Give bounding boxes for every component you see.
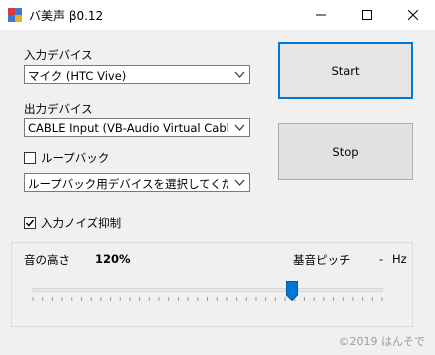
base-pitch-label: 基音ピッチ — [293, 253, 351, 267]
loopback-label: ループバック — [41, 151, 110, 165]
pitch-label: 音の高さ — [24, 253, 70, 267]
pitch-slider-track[interactable] — [32, 288, 383, 292]
noise-suppression-label: 入力ノイズ抑制 — [41, 216, 122, 230]
output-device-select[interactable]: CABLE Input (VB-Audio Virtual Cable) — [24, 118, 250, 137]
close-button[interactable] — [390, 0, 435, 30]
minimize-icon — [316, 14, 326, 16]
chevron-down-icon — [234, 179, 245, 186]
loopback-device-select[interactable]: ループバック用デバイスを選択してください — [24, 173, 250, 192]
loopback-device-value: ループバック用デバイスを選択してください — [28, 177, 228, 191]
checkmark-icon — [25, 219, 35, 227]
close-icon — [408, 10, 418, 20]
input-device-label: 入力デバイス — [24, 48, 93, 62]
chevron-down-icon — [234, 71, 245, 78]
output-device-value: CABLE Input (VB-Audio Virtual Cable) — [28, 121, 228, 135]
title-bar: バ美声 β0.12 — [0, 0, 435, 30]
output-device-label: 出力デバイス — [24, 102, 93, 116]
pitch-slider-ticks — [32, 297, 383, 301]
window-title: バ美声 β0.12 — [29, 9, 104, 23]
noise-suppression-checkbox[interactable] — [24, 217, 36, 229]
input-device-select[interactable]: マイク (HTC Vive) — [24, 65, 250, 84]
app-window: バ美声 β0.12 入力デバイス マイク (HTC Vive) 出力デバイス C… — [0, 0, 435, 355]
app-icon — [8, 8, 22, 22]
maximize-icon — [362, 10, 372, 20]
base-pitch-unit: Hz — [392, 252, 407, 266]
pitch-value: 120% — [95, 252, 131, 266]
minimize-button[interactable] — [298, 0, 344, 30]
pitch-slider-thumb[interactable] — [285, 281, 298, 301]
loopback-checkbox[interactable] — [24, 152, 36, 164]
base-pitch-value: - — [379, 252, 384, 266]
start-button[interactable]: Start — [278, 42, 413, 99]
stop-button[interactable]: Stop — [278, 123, 413, 180]
maximize-button[interactable] — [344, 0, 390, 30]
copyright-text: ©2019 はんそで — [338, 335, 426, 348]
input-device-value: マイク (HTC Vive) — [28, 69, 127, 83]
pitch-group — [11, 242, 413, 327]
chevron-down-icon — [234, 124, 245, 131]
